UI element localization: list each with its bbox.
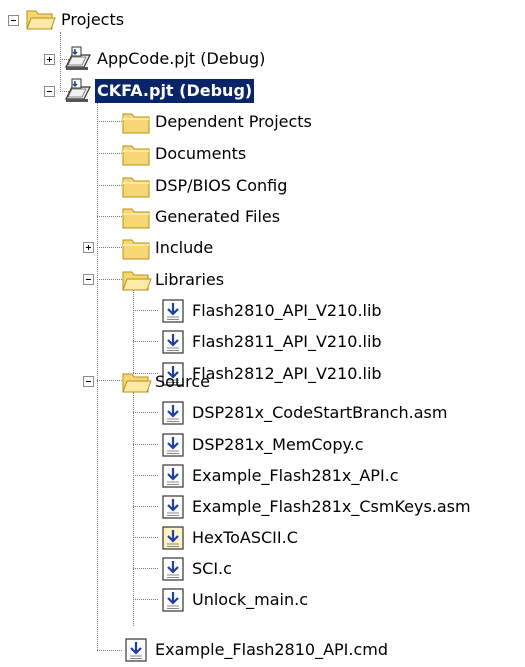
tree-label: AppCode.pjt (Debug) [97,49,266,68]
tree-node-source-file[interactable]: DSP281x_MemCopy.c [0,429,525,461]
folder-icon [122,145,150,166]
expand-toggle[interactable] [83,242,94,253]
file-icon [162,299,184,323]
tree-label: Include [155,238,214,257]
tree-label: Libraries [155,270,225,289]
tree-label: Dependent Projects [155,112,312,131]
file-icon [162,330,184,354]
open-folder-icon [122,271,152,291]
tree-label: Generated Files [155,207,281,226]
tree-label-selected: CKFA.pjt (Debug) [95,79,255,103]
tree-node-library-file[interactable]: Flash2810_API_V210.lib [0,295,450,327]
expand-toggle[interactable] [44,54,55,65]
file-icon [162,588,184,612]
tree-node-include[interactable]: Include [0,232,330,264]
tree-label: Unlock_main.c [192,590,309,609]
tree-label: Source [155,372,210,391]
tree-label: Example_Flash281x_CsmKeys.asm [192,497,471,516]
tree-node-source-file[interactable]: Example_Flash281x_API.c [0,460,525,492]
file-icon [125,638,147,662]
tree-label: Example_Flash2810_API.cmd [155,640,388,659]
tree-node-generated-files[interactable]: Generated Files [0,201,330,233]
collapse-toggle[interactable] [8,15,19,26]
folder-icon [122,239,150,260]
file-icon [162,464,184,488]
folder-icon [122,177,150,198]
file-icon [162,526,184,550]
tree-node-documents[interactable]: Documents [0,138,330,170]
file-icon [162,495,184,519]
tree-node-cmd-file[interactable]: Example_Flash2810_API.cmd [0,634,525,666]
tree-node-source[interactable]: Source [0,366,330,398]
folder-icon [122,208,150,229]
tree-node-source-file[interactable]: Unlock_main.c [0,584,525,616]
project-file-icon [65,78,91,102]
tree-node-projects[interactable]: Projects [0,3,200,35]
tree-node-source-file[interactable]: SCI.c [0,553,525,585]
tree-label: HexToASCII.C [192,528,298,547]
tree-node-dependent-projects[interactable]: Dependent Projects [0,106,330,138]
collapse-toggle[interactable] [44,86,55,97]
tree-node-source-file[interactable]: HexToASCII.C [0,522,525,554]
tree-label: DSP281x_MemCopy.c [192,435,364,454]
tree-node-appcode-project[interactable]: AppCode.pjt (Debug) [0,43,330,75]
tree-label: Projects [61,10,125,29]
folder-icon [122,113,150,134]
open-folder-icon [26,10,56,30]
tree-label: Documents [155,144,247,163]
project-file-icon [65,46,91,70]
tree-node-library-file[interactable]: Flash2811_API_V210.lib [0,326,450,358]
tree-node-libraries[interactable]: Libraries [0,264,330,296]
tree-node-dsp-bios-config[interactable]: DSP/BIOS Config [0,170,330,202]
tree-label: DSP/BIOS Config [155,176,288,195]
tree-node-source-file[interactable]: Example_Flash281x_CsmKeys.asm [0,491,525,523]
file-icon [162,433,184,457]
open-folder-icon [122,373,152,393]
tree-label: SCI.c [192,559,232,578]
file-icon [162,401,184,425]
tree-node-ckfa-project[interactable]: CKFA.pjt (Debug) [0,75,330,107]
collapse-toggle[interactable] [83,274,94,285]
tree-label: Flash2811_API_V210.lib [192,332,382,351]
tree-label: Example_Flash281x_API.c [192,466,399,485]
tree-label: Flash2810_API_V210.lib [192,301,382,320]
tree-label: DSP281x_CodeStartBranch.asm [192,403,448,422]
collapse-toggle[interactable] [83,376,94,387]
tree-node-source-file[interactable]: DSP281x_CodeStartBranch.asm [0,397,525,429]
file-icon [162,557,184,581]
project-tree: Projects AppCode.pjt (Debug) CKFA.pjt (D… [0,0,525,667]
